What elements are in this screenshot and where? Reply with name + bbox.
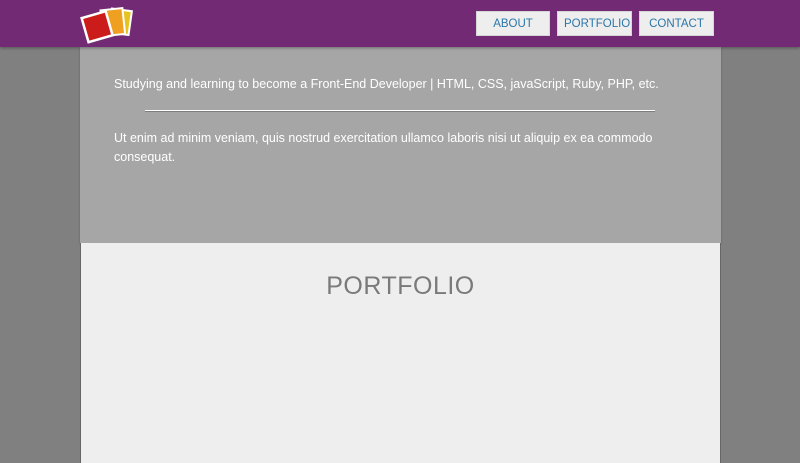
hero-section: Studying and learning to become a Front-…	[80, 47, 721, 243]
top-nav-bar: ABOUT PORTFOLIO CONTACT	[0, 0, 800, 47]
nav-about-button[interactable]: ABOUT	[476, 11, 550, 36]
portfolio-title: PORTFOLIO	[326, 272, 475, 300]
portfolio-section: PORTFOLIO	[80, 243, 721, 463]
hero-divider	[145, 110, 655, 112]
main-nav: ABOUT PORTFOLIO CONTACT	[476, 11, 714, 36]
nav-contact-button[interactable]: CONTACT	[639, 11, 714, 36]
logo-icon[interactable]	[80, 6, 136, 44]
hero-body-text: Ut enim ad minim veniam, quis nostrud ex…	[114, 131, 653, 164]
nav-portfolio-button[interactable]: PORTFOLIO	[557, 11, 632, 36]
hero-tagline: Studying and learning to become a Front-…	[114, 77, 659, 91]
